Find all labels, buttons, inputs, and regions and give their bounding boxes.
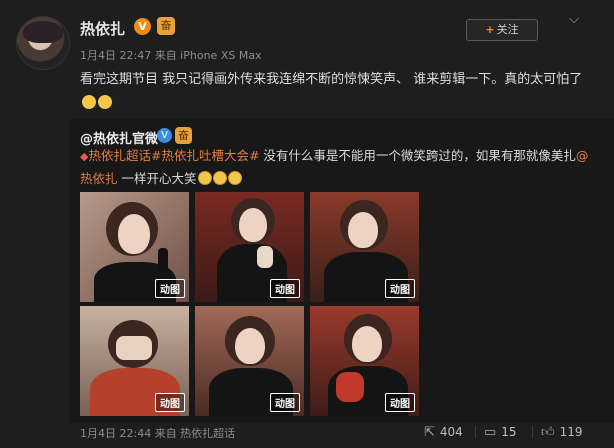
post-meta: 1月4日 22:47 来自 iPhone XS Max <box>80 49 262 62</box>
comment-icon: ▭ <box>484 425 497 440</box>
divider <box>475 426 476 438</box>
hand-shape <box>257 246 273 268</box>
thumbs-up-icon: 👍︎ <box>541 425 555 440</box>
gif-badge: 动图 <box>385 393 415 412</box>
repost-text: ◆热依扎超话#热依扎吐槽大会# 没有什么事是不能用一个微笑跨过的，如果有那就像美… <box>80 145 600 190</box>
comment-button[interactable]: ▭ 15 <box>484 423 517 441</box>
divider <box>532 426 533 438</box>
laugh-emoji-icon <box>197 171 212 185</box>
gif-badge: 动图 <box>270 279 300 298</box>
microphone-icon <box>158 248 168 272</box>
photo-face <box>235 328 265 364</box>
laugh-emoji-icon <box>212 171 227 185</box>
gif-thumbnail[interactable]: 动图 <box>195 306 304 416</box>
chevron-down-icon[interactable]: ⌵ <box>566 12 582 28</box>
sleeve-shape <box>336 372 364 402</box>
supertopic-link[interactable]: 热依扎超话 <box>88 148 151 163</box>
post-username[interactable]: 热依扎 <box>80 18 125 39</box>
hashtag-link[interactable]: #热依扎吐槽大会# <box>151 148 259 163</box>
like-count: 119 <box>559 425 583 439</box>
follow-button[interactable]: + 关注 <box>466 19 538 41</box>
gif-thumbnail[interactable]: 动图 <box>80 306 189 416</box>
gif-badge: 动图 <box>155 393 185 412</box>
gif-badge: 动图 <box>155 279 185 298</box>
avatar-hair <box>23 21 63 43</box>
share-icon: ⇱ <box>424 425 435 440</box>
share-count: 404 <box>439 425 463 439</box>
level-badge-icon: 奋 <box>175 127 192 144</box>
weibo-post: 热依扎 V 奋 1月4日 22:47 来自 iPhone XS Max + 关注 … <box>0 0 614 448</box>
gif-thumbnail[interactable]: 动图 <box>310 192 419 302</box>
share-button[interactable]: ⇱ 404 <box>424 423 463 441</box>
gif-badge: 动图 <box>385 279 415 298</box>
gif-thumbnail[interactable]: 动图 <box>195 192 304 302</box>
gif-badge: 动图 <box>270 393 300 412</box>
hands-shape <box>116 336 152 360</box>
emoji-icon <box>82 95 96 109</box>
gif-thumbnail[interactable]: 动图 <box>310 306 419 416</box>
photo-face <box>352 326 382 362</box>
repost-body: 没有什么事是不能用一个微笑跨过的，如果有那就像美扎 <box>259 148 576 163</box>
level-badge-icon: 奋 <box>157 17 175 35</box>
repost-body-tail: 一样开心大笑 <box>117 171 197 186</box>
laugh-emoji-icon <box>227 171 242 185</box>
photo-face <box>118 214 150 254</box>
verified-badge-icon: V <box>157 128 172 143</box>
follow-label: 关注 <box>496 23 519 36</box>
like-button[interactable]: 👍︎ 119 <box>541 423 583 441</box>
comment-count: 15 <box>501 425 517 439</box>
vip-badge-icon: V <box>134 18 151 35</box>
repost-meta: 1月4日 22:44 来自 热依扎超话 <box>80 427 236 440</box>
photo-face <box>348 212 378 248</box>
avatar[interactable] <box>16 16 70 70</box>
emoji-icon <box>98 95 112 109</box>
gif-thumbnail[interactable]: 动图 <box>80 192 189 302</box>
photo-face <box>239 208 267 242</box>
post-body: 看完这期节目 我只记得画外传来我连绵不断的惊悚笑声、 谁来剪辑一下。真的太可怕了 <box>80 72 583 87</box>
post-text: 看完这期节目 我只记得画外传来我连绵不断的惊悚笑声、 谁来剪辑一下。真的太可怕了 <box>80 68 596 116</box>
plus-icon: + <box>485 23 495 36</box>
